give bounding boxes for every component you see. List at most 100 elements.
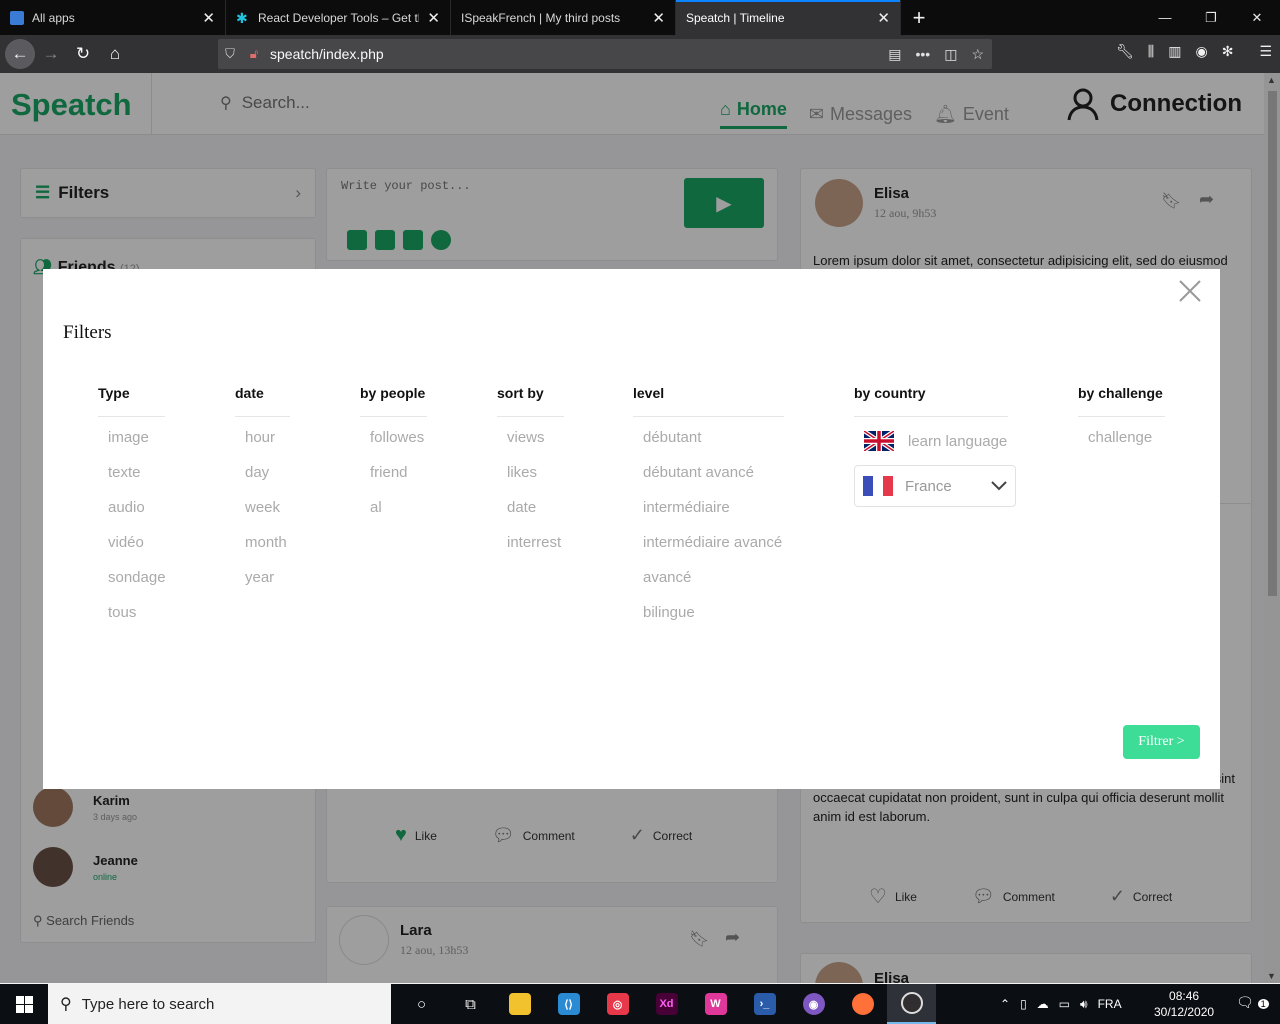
option-list: image texte audio vidéo sondage tous [98, 428, 166, 638]
window-close-icon[interactable]: ✕ [1234, 0, 1280, 35]
close-tab-icon[interactable]: ✕ [877, 9, 890, 27]
adobe-xd-icon[interactable]: Xd [642, 984, 691, 1024]
taskbar-apps: ○ ⧉ ⟨⟩ ◎ Xd W ›_ ◉ [397, 984, 936, 1024]
filter-option[interactable]: sondage [108, 568, 166, 603]
filter-column-by-challenge: by challenge challenge [1078, 385, 1165, 463]
filter-submit-button[interactable]: Filtrer > [1123, 725, 1200, 759]
tab-speatch-timeline[interactable]: Speatch | Timeline ✕ [676, 0, 901, 35]
filter-option[interactable]: bilingue [643, 603, 784, 638]
task-view-icon[interactable]: ⧉ [446, 984, 495, 1024]
filter-option[interactable]: hour [245, 428, 290, 463]
clock-time: 08:46 [1169, 989, 1200, 1003]
taskbar-search-placeholder: Type here to search [81, 995, 215, 1013]
cortana-icon[interactable]: ○ [397, 984, 446, 1024]
search-icon: ⚲ [60, 996, 72, 1013]
clock-date: 30/12/2020 [1154, 1005, 1215, 1019]
filter-option[interactable]: month [245, 533, 290, 568]
close-tab-icon[interactable]: ✕ [427, 9, 440, 27]
tab-all-apps[interactable]: All apps ✕ [0, 0, 226, 35]
back-button[interactable]: ← [5, 39, 35, 69]
tab-title: All apps [32, 10, 75, 25]
start-button[interactable] [0, 984, 48, 1024]
pocket-icon[interactable]: ◫ [944, 46, 957, 63]
close-tab-icon[interactable]: ✕ [652, 9, 665, 27]
minimize-icon[interactable]: — [1142, 0, 1188, 35]
tab-ispeakfrench[interactable]: ISpeakFrench | My third posts ✕ [451, 0, 676, 35]
volume-icon[interactable]: 🔊︎ [1080, 997, 1088, 1012]
gitkraken-icon[interactable]: ◉ [789, 984, 838, 1024]
device-icon[interactable]: ▯ [1020, 997, 1027, 1011]
filter-column-type: Type image texte audio vidéo sondage tou… [98, 385, 166, 638]
notification-center-button[interactable]: 🗨︎ 1 [1236, 994, 1269, 1011]
new-tab-button[interactable]: + [901, 0, 937, 35]
option-list: challenge [1078, 428, 1165, 463]
filter-option[interactable]: avancé [643, 568, 784, 603]
firefox-icon[interactable] [838, 984, 887, 1024]
taskbar-search-input[interactable]: ⚲ Type here to search [48, 984, 391, 1024]
filter-option[interactable]: challenge [1088, 428, 1165, 463]
filter-option[interactable]: débutant [643, 428, 784, 463]
filter-option[interactable]: views [507, 428, 564, 463]
apps-favicon-icon [10, 10, 24, 25]
obs-icon[interactable] [887, 984, 936, 1024]
filter-option[interactable]: intermédiaire avancé [643, 533, 784, 568]
taskbar-clock[interactable]: 08:46 30/12/2020 [1154, 988, 1214, 1020]
window-controls: — ❐ ✕ [1142, 0, 1280, 35]
chevron-up-icon[interactable]: ⌃ [1000, 997, 1010, 1011]
filter-option[interactable]: interrest [507, 533, 564, 568]
filter-option[interactable]: week [245, 498, 290, 533]
filter-option[interactable]: year [245, 568, 290, 603]
filter-option[interactable]: friend [370, 463, 427, 498]
creative-cloud-icon[interactable]: ◎ [593, 984, 642, 1024]
powershell-icon[interactable]: ›_ [740, 984, 789, 1024]
learn-language-option[interactable]: learn language [854, 431, 1008, 451]
react-favicon-icon: ✱ [236, 9, 248, 26]
react-extension-icon[interactable]: ✻ [1222, 43, 1234, 60]
vscode-icon[interactable]: ⟨⟩ [544, 984, 593, 1024]
filter-option[interactable]: likes [507, 463, 564, 498]
wampserver-icon[interactable]: W [691, 984, 740, 1024]
option-list: débutant débutant avancé intermédiaire i… [633, 428, 784, 638]
file-explorer-icon[interactable] [495, 984, 544, 1024]
filter-option[interactable]: vidéo [108, 533, 165, 568]
column-heading: by people [360, 385, 427, 417]
url-text[interactable]: speatch/index.php [270, 46, 384, 62]
restore-icon[interactable]: ❐ [1188, 0, 1234, 35]
filter-option[interactable]: débutant avancé [643, 463, 784, 498]
reload-button[interactable]: ↻ [67, 38, 99, 70]
country-select[interactable]: France [854, 465, 1016, 507]
option-list: hour day week month year [235, 428, 290, 603]
account-icon[interactable]: ◉ [1195, 43, 1207, 60]
filter-option[interactable]: al [370, 498, 427, 533]
insecure-lock-icon[interactable]: 🔓︎ [242, 46, 266, 62]
filter-option[interactable]: date [507, 498, 564, 533]
filter-option[interactable]: intermédiaire [643, 498, 784, 533]
more-actions-icon[interactable]: ••• [915, 46, 930, 63]
forward-button[interactable]: → [35, 38, 67, 70]
reader-view-icon[interactable]: ▤ [888, 46, 901, 63]
network-icon[interactable]: ▭ [1059, 997, 1070, 1011]
bookmark-star-icon[interactable]: ☆ [971, 46, 984, 63]
language-indicator[interactable]: FRA [1098, 997, 1122, 1011]
filter-option[interactable]: image [108, 428, 165, 463]
tab-react-devtools[interactable]: ✱ React Developer Tools – Get thi ✕ [226, 0, 451, 35]
toolbar-icons: 🔧︎ ⫼ ▥ ◉ ✻ ☰ [1116, 43, 1272, 60]
home-button[interactable]: ⌂ [99, 38, 131, 70]
modal-title: Filters [63, 322, 112, 343]
filter-option[interactable]: tous [108, 603, 165, 638]
filter-option[interactable]: texte [108, 463, 165, 498]
url-bar[interactable]: ⛉ 🔓︎ speatch/index.php ▤ ••• ◫ ☆ [218, 39, 992, 69]
close-icon[interactable] [1176, 277, 1204, 305]
library-icon[interactable]: ⫼ [1148, 43, 1154, 60]
close-tab-icon[interactable]: ✕ [202, 9, 215, 27]
filter-option[interactable]: followes [370, 428, 427, 463]
cloud-icon[interactable]: ☁ [1037, 997, 1049, 1011]
wrench-icon[interactable]: 🔧︎ [1116, 43, 1134, 60]
filter-option[interactable]: audio [108, 498, 165, 533]
column-heading: level [633, 385, 784, 417]
filter-column-by-country: by country learn language France [854, 385, 1016, 507]
sidebar-icon[interactable]: ▥ [1168, 43, 1181, 60]
filter-option[interactable]: day [245, 463, 290, 498]
shield-icon[interactable]: ⛉ [218, 46, 242, 62]
menu-icon[interactable]: ☰ [1259, 43, 1272, 60]
